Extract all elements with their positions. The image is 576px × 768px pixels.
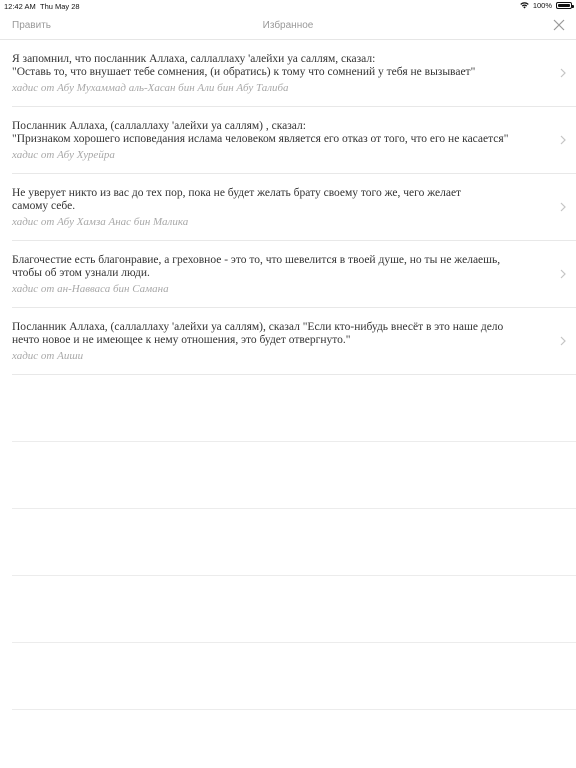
- close-icon[interactable]: [552, 18, 566, 32]
- empty-row: [12, 509, 576, 576]
- wifi-icon: [520, 2, 529, 9]
- chevron-right-icon: [560, 135, 566, 145]
- hadith-row[interactable]: Посланник Аллаха, (саллаллаху 'алейхи уа…: [12, 308, 576, 375]
- battery-percent: 100%: [532, 1, 552, 10]
- chevron-right-icon: [560, 202, 566, 212]
- empty-row: [12, 375, 576, 442]
- chevron-right-icon: [560, 68, 566, 78]
- hadith-row[interactable]: Не уверует никто из вас до тех пор, пока…: [12, 174, 576, 241]
- hadith-text: Я запомнил, что посланник Аллаха, саллал…: [12, 53, 476, 78]
- battery-icon: [556, 2, 574, 9]
- hadith-source: хадис от Абу Хурейра: [12, 149, 115, 161]
- page-title: Избранное: [262, 20, 314, 31]
- chevron-right-icon: [560, 336, 566, 346]
- empty-row: [12, 576, 576, 643]
- hadith-row[interactable]: Посланник Аллаха, (саллаллаху 'алейхи уа…: [12, 107, 576, 174]
- navigation-bar: Править Избранное: [0, 12, 576, 40]
- hadith-source: хадис от Абу Хамза Анас бин Малика: [12, 216, 189, 228]
- empty-row: [12, 442, 576, 509]
- hadith-source: хадис от ан-Навваса бин Самана: [12, 283, 169, 295]
- hadith-text: Не уверует никто из вас до тех пор, пока…: [12, 187, 462, 212]
- hadith-source: хадис от Абу Мухаммад аль-Хасан бин Али …: [12, 82, 289, 94]
- hadith-source: хадис от Аиши: [12, 350, 84, 362]
- status-time: 12:42 AM: [4, 2, 36, 11]
- hadith-row[interactable]: Я запомнил, что посланник Аллаха, саллал…: [12, 40, 576, 107]
- hadith-row[interactable]: Благочестие есть благонравие, а греховно…: [12, 241, 576, 308]
- status-date: Thu May 28: [40, 2, 80, 11]
- chevron-right-icon: [560, 269, 566, 279]
- hadith-text: Посланник Аллаха, (саллаллаху 'алейхи уа…: [12, 321, 504, 346]
- hadith-text: Посланник Аллаха, (саллаллаху 'алейхи уа…: [12, 120, 509, 145]
- empty-row: [12, 643, 576, 710]
- status-bar: 12:42 AM Thu May 28 100%: [0, 0, 576, 12]
- status-right: 100%: [520, 1, 574, 10]
- hadith-text: Благочестие есть благонравие, а греховно…: [12, 254, 501, 279]
- favorites-list: Я запомнил, что посланник Аллаха, саллал…: [0, 40, 576, 710]
